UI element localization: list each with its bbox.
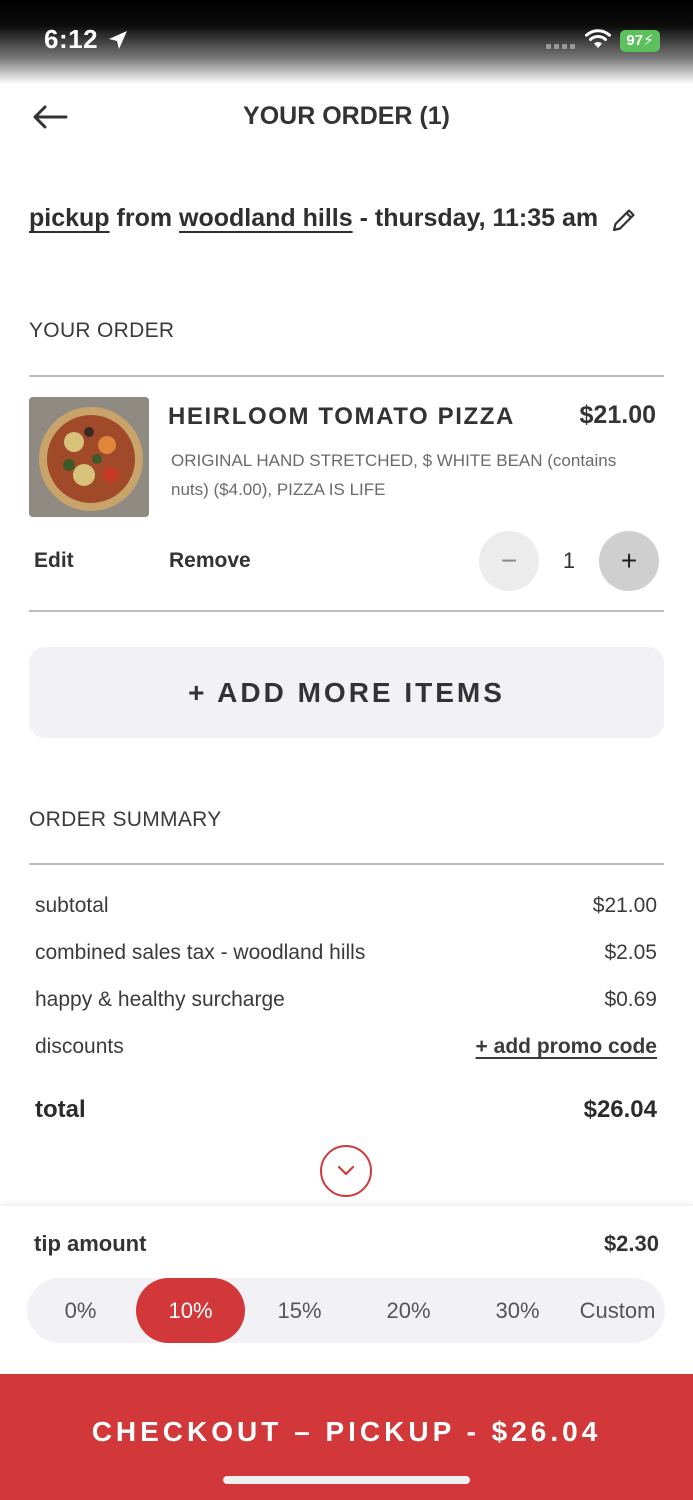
item-image bbox=[29, 397, 149, 517]
summary-value: $2.05 bbox=[604, 941, 657, 964]
total-label: total bbox=[35, 1096, 86, 1123]
edit-item-button[interactable]: Edit bbox=[34, 549, 74, 573]
summary-value: $21.00 bbox=[592, 894, 657, 917]
divider bbox=[29, 375, 664, 377]
summary-row-tax: combined sales tax - woodland hills $2.0… bbox=[35, 941, 657, 965]
order-summary-heading: ORDER SUMMARY bbox=[29, 808, 222, 831]
minus-icon: − bbox=[500, 545, 518, 576]
divider bbox=[29, 863, 664, 865]
tip-option-30[interactable]: 30% bbox=[463, 1278, 572, 1343]
tip-amount-value: $2.30 bbox=[603, 1231, 659, 1256]
expand-chevron-button[interactable] bbox=[320, 1145, 372, 1197]
status-time: 6:12 bbox=[44, 24, 99, 54]
summary-label: combined sales tax - woodland hills bbox=[35, 941, 366, 964]
item-name: HEIRLOOM TOMATO PIZZA bbox=[168, 403, 515, 430]
home-indicator bbox=[223, 1476, 470, 1484]
summary-label: happy & healthy surcharge bbox=[35, 988, 285, 1011]
pickup-location-link[interactable]: woodland hills bbox=[179, 204, 353, 232]
summary-row-surcharge: happy & healthy surcharge $0.69 bbox=[35, 988, 657, 1012]
total-value: $26.04 bbox=[583, 1096, 657, 1123]
cellular-signal-icon bbox=[546, 44, 575, 49]
quantity-value: 1 bbox=[562, 548, 576, 573]
wifi-icon bbox=[585, 29, 611, 48]
checkout-label[interactable]: CHECKOUT – PICKUP - $26.04 bbox=[0, 1416, 693, 1448]
pickup-summary[interactable]: pickup from woodland hills - thursday, 1… bbox=[29, 204, 598, 233]
summary-label: subtotal bbox=[35, 894, 109, 917]
tip-option-15[interactable]: 15% bbox=[245, 1278, 354, 1343]
item-description: ORIGINAL HAND STRETCHED, $ WHITE BEAN (c… bbox=[171, 451, 617, 499]
pencil-icon[interactable] bbox=[610, 206, 638, 234]
divider bbox=[29, 610, 664, 612]
decrease-quantity-button[interactable]: − bbox=[479, 531, 539, 591]
summary-value: $0.69 bbox=[604, 988, 657, 1011]
tip-option-20[interactable]: 20% bbox=[354, 1278, 463, 1343]
charging-bolt-icon: ⚡ bbox=[643, 32, 654, 49]
page-title: YOUR ORDER (1) bbox=[243, 102, 450, 130]
plus-icon: + bbox=[620, 545, 638, 576]
add-more-items-button[interactable]: + ADD MORE ITEMS bbox=[29, 647, 664, 738]
pizza-thumbnail bbox=[29, 397, 149, 517]
add-promo-code-link[interactable]: + add promo code bbox=[476, 1035, 657, 1059]
summary-row-total: total $26.04 bbox=[35, 1096, 657, 1124]
your-order-heading: YOUR ORDER bbox=[29, 319, 175, 342]
pickup-from-text: from bbox=[116, 204, 173, 232]
chevron-down-icon bbox=[337, 1165, 355, 1176]
battery-level: 97 bbox=[626, 32, 644, 49]
tip-amount-label: tip amount bbox=[34, 1231, 147, 1256]
summary-row-discounts: discounts + add promo code bbox=[35, 1035, 657, 1059]
summary-row-subtotal: subtotal $21.00 bbox=[35, 894, 657, 918]
tip-option-custom[interactable]: Custom bbox=[563, 1278, 672, 1343]
summary-label: discounts bbox=[35, 1035, 124, 1058]
item-price: $21.00 bbox=[579, 401, 656, 429]
tip-option-0[interactable]: 0% bbox=[26, 1278, 135, 1343]
pickup-mode-link[interactable]: pickup bbox=[29, 204, 110, 232]
add-more-items-label: + ADD MORE ITEMS bbox=[188, 676, 505, 708]
remove-item-button[interactable]: Remove bbox=[169, 549, 251, 573]
battery-indicator: 97⚡ bbox=[620, 30, 660, 52]
tip-option-10[interactable]: 10% bbox=[136, 1278, 245, 1343]
location-arrow-icon bbox=[109, 31, 127, 49]
pickup-time-text: - thursday, 11:35 am bbox=[359, 204, 599, 232]
increase-quantity-button[interactable]: + bbox=[599, 531, 659, 591]
back-arrow-icon[interactable] bbox=[30, 102, 70, 132]
